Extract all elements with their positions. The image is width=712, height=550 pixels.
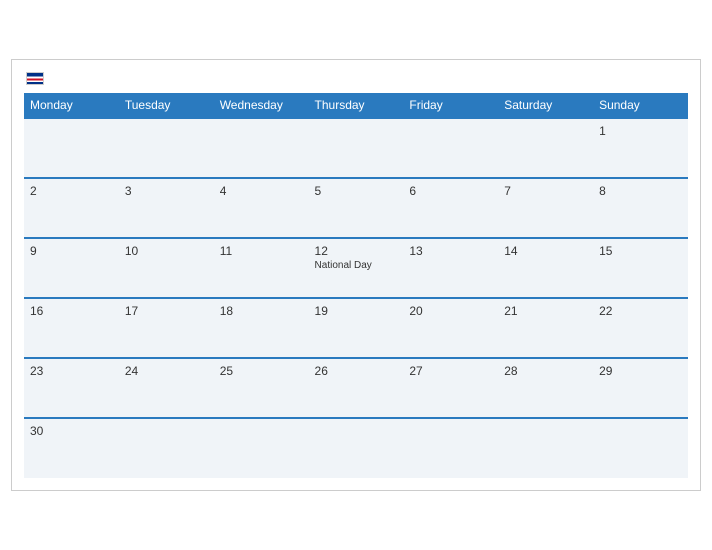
calendar-cell: 24	[119, 358, 214, 418]
calendar-cell: 20	[403, 298, 498, 358]
day-number: 25	[220, 364, 303, 378]
day-number: 13	[409, 244, 492, 258]
calendar-cell	[24, 118, 119, 178]
day-number: 18	[220, 304, 303, 318]
calendar-cell	[498, 118, 593, 178]
calendar-week-row: 2345678	[24, 178, 688, 238]
day-number: 14	[504, 244, 587, 258]
day-number: 20	[409, 304, 492, 318]
calendar-cell	[403, 118, 498, 178]
calendar-cell	[309, 118, 404, 178]
calendar-cell: 3	[119, 178, 214, 238]
calendar-cell: 28	[498, 358, 593, 418]
calendar-cell	[214, 418, 309, 478]
calendar-cell	[119, 418, 214, 478]
day-number: 10	[125, 244, 208, 258]
weekday-header: Sunday	[593, 93, 688, 118]
logo-line	[24, 70, 44, 85]
day-number: 29	[599, 364, 682, 378]
calendar-cell: 27	[403, 358, 498, 418]
calendar-week-row: 16 17 18 19 20 21 22	[24, 298, 688, 358]
calendar-cell: 29	[593, 358, 688, 418]
weekday-header: Tuesday	[119, 93, 214, 118]
calendar-cell: 6	[403, 178, 498, 238]
calendar-body: 123456789101112National Day1314151617181…	[24, 118, 688, 478]
calendar-cell: 13	[403, 238, 498, 298]
day-number: 8	[599, 184, 682, 198]
day-number: 23	[30, 364, 113, 378]
calendar-cell: 30	[24, 418, 119, 478]
day-number: 15	[599, 244, 682, 258]
day-number: 1	[599, 124, 682, 138]
calendar-cell: 14	[498, 238, 593, 298]
day-number: 30	[30, 424, 113, 438]
calendar-week-row: 30	[24, 418, 688, 478]
calendar-week-row: 1	[24, 118, 688, 178]
calendar-weekdays: MondayTuesdayWednesdayThursdayFridaySatu…	[24, 93, 688, 118]
weekday-header: Thursday	[309, 93, 404, 118]
calendar-cell	[214, 118, 309, 178]
day-number: 27	[409, 364, 492, 378]
logo-flag-icon	[26, 72, 44, 85]
calendar-cell	[119, 118, 214, 178]
day-number: 16	[30, 304, 113, 318]
calendar-cell: 17	[119, 298, 214, 358]
calendar-cell: 23	[24, 358, 119, 418]
calendar-container: MondayTuesdayWednesdayThursdayFridaySatu…	[11, 59, 701, 491]
calendar-cell: 5	[309, 178, 404, 238]
day-number: 21	[504, 304, 587, 318]
calendar-cell	[498, 418, 593, 478]
weekday-row: MondayTuesdayWednesdayThursdayFridaySatu…	[24, 93, 688, 118]
day-number: 5	[315, 184, 398, 198]
day-number: 9	[30, 244, 113, 258]
calendar-week-row: 23 24 25 26 27 28 29	[24, 358, 688, 418]
calendar-cell: 9	[24, 238, 119, 298]
weekday-header: Wednesday	[214, 93, 309, 118]
calendar-cell	[309, 418, 404, 478]
calendar-cell: 15	[593, 238, 688, 298]
logo	[24, 70, 44, 85]
calendar-cell: 19	[309, 298, 404, 358]
day-number: 28	[504, 364, 587, 378]
calendar-cell: 18	[214, 298, 309, 358]
calendar-cell: 8	[593, 178, 688, 238]
calendar-header	[24, 70, 688, 85]
calendar-cell: 11	[214, 238, 309, 298]
calendar-cell: 26	[309, 358, 404, 418]
day-number: 11	[220, 244, 303, 258]
day-number: 4	[220, 184, 303, 198]
day-number: 7	[504, 184, 587, 198]
weekday-header: Friday	[403, 93, 498, 118]
calendar-cell: 10	[119, 238, 214, 298]
day-number: 17	[125, 304, 208, 318]
day-number: 6	[409, 184, 492, 198]
day-number: 19	[315, 304, 398, 318]
calendar-cell: 22	[593, 298, 688, 358]
calendar-cell: 4	[214, 178, 309, 238]
calendar-cell: 12 National Day	[309, 238, 404, 298]
day-number: 22	[599, 304, 682, 318]
calendar-cell	[403, 418, 498, 478]
day-number: 24	[125, 364, 208, 378]
calendar-cell: 7	[498, 178, 593, 238]
day-number: 26	[315, 364, 398, 378]
calendar-cell: 21	[498, 298, 593, 358]
calendar-week-row: 9 10 11 12 National Day 13 14 15	[24, 238, 688, 298]
calendar-cell: 25	[214, 358, 309, 418]
weekday-header: Saturday	[498, 93, 593, 118]
weekday-header: Monday	[24, 93, 119, 118]
day-number: 3	[125, 184, 208, 198]
day-number: 2	[30, 184, 113, 198]
calendar-cell: 2	[24, 178, 119, 238]
day-number: 12	[315, 244, 398, 258]
calendar-cell: 16	[24, 298, 119, 358]
calendar-cell: 1	[593, 118, 688, 178]
calendar-grid: MondayTuesdayWednesdayThursdayFridaySatu…	[24, 93, 688, 478]
calendar-cell	[593, 418, 688, 478]
event-label: National Day	[315, 260, 398, 271]
